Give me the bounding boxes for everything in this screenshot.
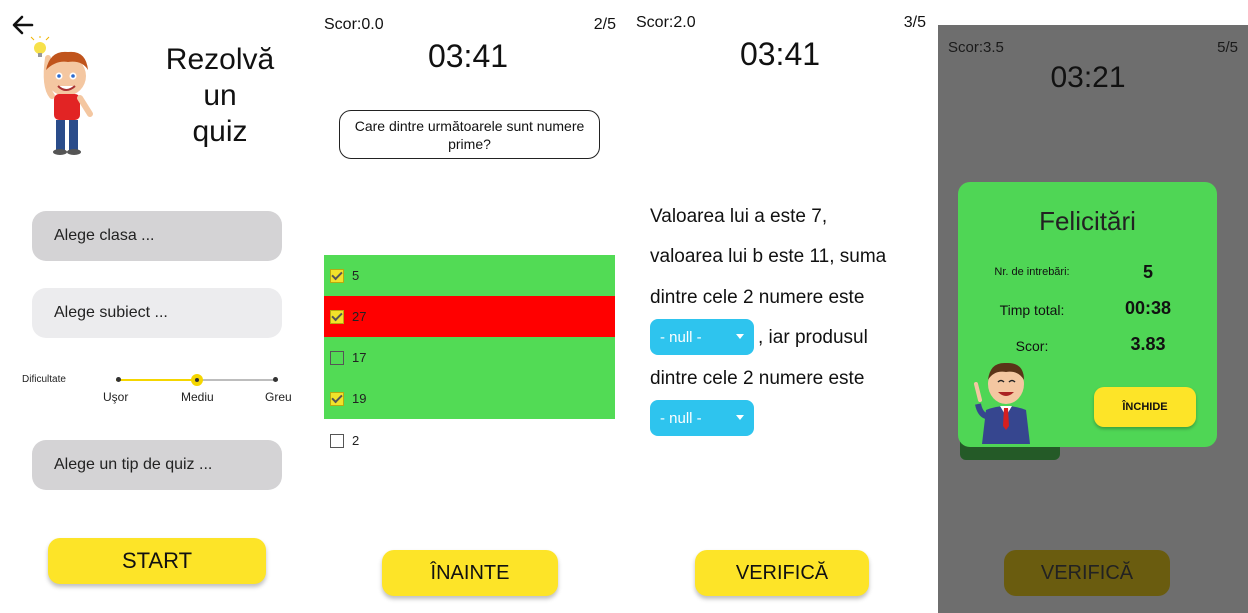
- option-row[interactable]: 27: [324, 296, 615, 337]
- next-button[interactable]: ÎNAINTE: [382, 550, 558, 596]
- quiz-setup-screen: Rezolvă un quiz Alege clasa ... Alege su…: [0, 0, 312, 613]
- option-label: 27: [352, 309, 367, 324]
- checkbox-unchecked-icon[interactable]: [330, 350, 344, 365]
- questions-count-label: Nr. de intrebări:: [994, 266, 1070, 278]
- option-label: 2: [352, 433, 360, 448]
- difficulty-slider[interactable]: [116, 372, 278, 388]
- close-button[interactable]: ÎNCHIDE: [1094, 387, 1196, 427]
- difficulty-label: Dificultate: [22, 374, 66, 385]
- question-counter: 2/5: [593, 16, 616, 33]
- option-row[interactable]: 5: [324, 255, 615, 296]
- timer: 03:41: [739, 36, 821, 72]
- total-time-label: Timp total:: [999, 302, 1065, 318]
- option-label: 17: [352, 350, 367, 365]
- question-line-1: Valoarea lui a este 7,: [650, 206, 828, 227]
- questions-count-value: 5: [1142, 262, 1153, 282]
- multiple-choice-screen: Scor:0.0 2/5 03:41 Care dintre următoare…: [312, 0, 624, 613]
- results-dialog: Felicitări Nr. de intrebări: 5 Timp tota…: [958, 182, 1217, 447]
- title-line-3: quiz: [192, 115, 248, 148]
- final-score-value: 3.83: [1130, 334, 1166, 354]
- final-score-label: Scor:: [1015, 338, 1049, 354]
- caret-down-icon: [736, 415, 744, 420]
- timer: 03:41: [427, 38, 509, 74]
- score-label: Scor:0.0: [324, 16, 384, 33]
- slider-thumb[interactable]: [191, 374, 203, 386]
- quiz-type-select[interactable]: Alege un tip de quiz ...: [32, 440, 282, 490]
- option-row[interactable]: 19: [324, 378, 615, 419]
- title-line-1: Rezolvă: [165, 43, 275, 76]
- verify-button[interactable]: VERIFICĂ: [695, 550, 869, 596]
- dropdown-value: - null -: [660, 328, 702, 346]
- start-button[interactable]: START: [48, 538, 266, 584]
- score-label: Scor:2.0: [636, 14, 696, 31]
- checkbox-checked-icon[interactable]: [330, 309, 344, 324]
- slider-track-inactive: [197, 379, 278, 381]
- difficulty-medium-label: Mediu: [181, 390, 214, 404]
- dialog-title: Felicitări: [1039, 206, 1136, 236]
- businessman-illustration: [974, 362, 1030, 444]
- result-screen: Scor:3.5 5/5 03:21 VERIFICĂ Felicitări N…: [938, 0, 1248, 613]
- answer-dropdown-2[interactable]: - null -: [650, 400, 754, 436]
- question-line-4: , iar produsul: [758, 327, 868, 348]
- question-line-3: dintre cele 2 numere este: [650, 287, 865, 308]
- score-label: Scor:3.5: [948, 39, 1004, 56]
- question-line-2: valoarea lui b este 11, suma: [650, 246, 887, 267]
- checkbox-unchecked-icon[interactable]: [330, 433, 344, 448]
- slider-tick-easy: [116, 377, 121, 382]
- question-box: Care dintre următoarele sunt numere prim…: [339, 110, 600, 159]
- option-row[interactable]: 2: [324, 420, 615, 461]
- fill-in-screen: Scor:2.0 3/5 03:41 Valoarea lui a este 7…: [624, 0, 936, 613]
- option-label: 5: [352, 268, 360, 283]
- slider-track-active: [116, 379, 197, 381]
- page-title: Rezolvă un quiz: [150, 42, 290, 150]
- timer: 03:21: [1050, 61, 1126, 94]
- boy-lightbulb-illustration: [30, 36, 93, 155]
- subject-select[interactable]: Alege subiect ...: [32, 288, 282, 338]
- question-line-5: dintre cele 2 numere este: [650, 368, 865, 389]
- back-arrow-icon[interactable]: [10, 12, 36, 38]
- difficulty-easy-label: Uşor: [103, 390, 129, 404]
- verify-button-dimmed: VERIFICĂ: [1004, 550, 1170, 596]
- checkbox-checked-icon[interactable]: [330, 268, 344, 283]
- option-row[interactable]: 17: [324, 337, 615, 378]
- question-counter: 5/5: [1217, 39, 1238, 56]
- dropdown-value: - null -: [660, 409, 702, 427]
- caret-down-icon: [736, 334, 744, 339]
- checkbox-checked-icon[interactable]: [330, 391, 344, 406]
- question-counter: 3/5: [903, 14, 926, 31]
- class-select[interactable]: Alege clasa ...: [32, 211, 282, 261]
- answer-dropdown-1[interactable]: - null -: [650, 319, 754, 355]
- total-time-value: 00:38: [1124, 298, 1172, 318]
- option-label: 19: [352, 391, 367, 406]
- difficulty-hard-label: Greu: [265, 390, 292, 404]
- slider-tick-hard: [273, 377, 278, 382]
- title-line-2: un: [203, 79, 237, 112]
